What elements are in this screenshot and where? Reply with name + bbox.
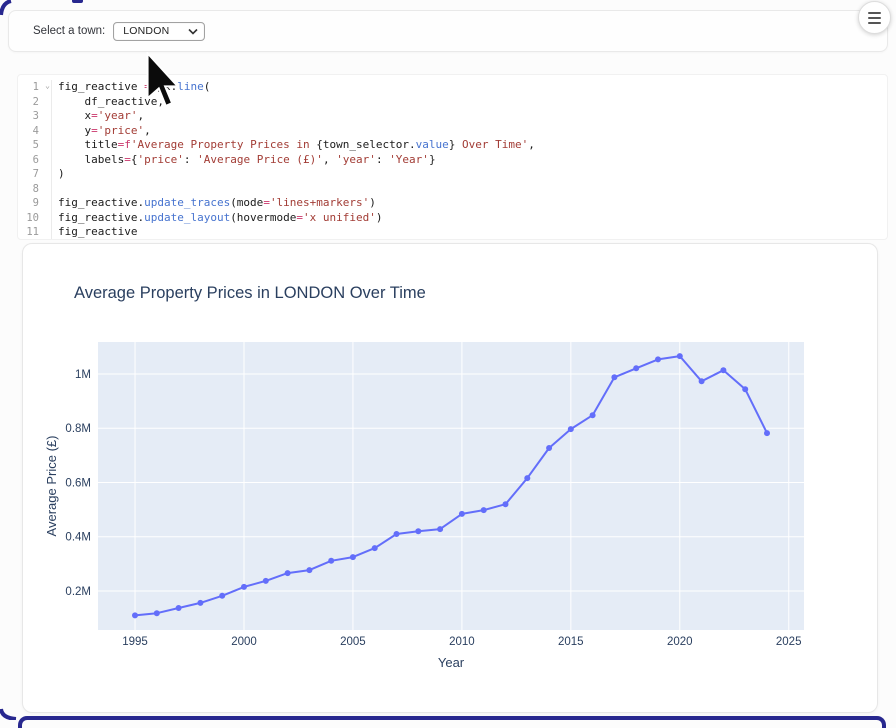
data-point-marker[interactable] bbox=[590, 412, 596, 418]
fold-chevron-icon[interactable]: ⌄ bbox=[45, 79, 50, 94]
x-tick-label: 2025 bbox=[776, 636, 802, 648]
data-point-marker[interactable] bbox=[742, 386, 748, 392]
chevron-down-icon bbox=[188, 28, 198, 35]
x-tick-label: 2010 bbox=[449, 636, 475, 648]
data-point-marker[interactable] bbox=[176, 605, 182, 611]
menu-button[interactable] bbox=[858, 1, 891, 34]
frame-corner-top-left bbox=[0, 0, 18, 18]
data-point-marker[interactable] bbox=[154, 610, 160, 616]
code-line[interactable]: df_reactive, bbox=[58, 95, 535, 110]
data-point-marker[interactable] bbox=[132, 612, 138, 618]
x-tick-label: 2005 bbox=[340, 636, 366, 648]
code-line[interactable]: fig_reactive.update_layout(hovermode='x … bbox=[58, 211, 535, 226]
price-chart[interactable]: Average Property Prices in LONDON Over T… bbox=[23, 244, 877, 713]
line-number: 8 bbox=[18, 182, 51, 197]
y-tick-label: 0.8M bbox=[65, 423, 91, 435]
data-point-marker[interactable] bbox=[655, 356, 661, 362]
code-lines[interactable]: fig_reactive = px.line( df_reactive, x='… bbox=[52, 80, 535, 239]
x-tick-label: 2000 bbox=[231, 636, 257, 648]
code-line[interactable]: y='price', bbox=[58, 124, 535, 139]
data-point-marker[interactable] bbox=[372, 545, 378, 551]
data-point-marker[interactable] bbox=[633, 365, 639, 371]
y-axis-title: Average Price (£) bbox=[44, 436, 59, 537]
data-point-marker[interactable] bbox=[677, 353, 683, 359]
code-line[interactable]: ) bbox=[58, 167, 535, 182]
data-point-marker[interactable] bbox=[350, 554, 356, 560]
line-number: 5 bbox=[18, 138, 51, 153]
code-line[interactable]: title=f'Average Property Prices in {town… bbox=[58, 138, 535, 153]
data-point-marker[interactable] bbox=[285, 570, 291, 576]
y-tick-label: 1M bbox=[75, 369, 91, 381]
code-line[interactable] bbox=[58, 182, 535, 197]
plot-area[interactable] bbox=[98, 342, 804, 630]
data-point-marker[interactable] bbox=[481, 507, 487, 513]
data-point-marker[interactable] bbox=[415, 528, 421, 534]
code-line[interactable]: x='year', bbox=[58, 109, 535, 124]
frame-corner-bottom-left bbox=[0, 706, 18, 720]
data-point-marker[interactable] bbox=[263, 578, 269, 584]
data-point-marker[interactable] bbox=[437, 526, 443, 532]
data-point-marker[interactable] bbox=[524, 475, 530, 481]
town-select-dropdown[interactable]: LONDON bbox=[113, 22, 205, 41]
data-point-marker[interactable] bbox=[546, 445, 552, 451]
price-chart-svg[interactable]: Average Property Prices in LONDON Over T… bbox=[23, 244, 878, 713]
x-tick-label: 2020 bbox=[667, 636, 693, 648]
y-tick-label: 0.2M bbox=[65, 586, 91, 598]
line-number: 4 bbox=[18, 124, 51, 139]
data-point-marker[interactable] bbox=[459, 511, 465, 517]
chart-title: Average Property Prices in LONDON Over T… bbox=[74, 284, 426, 302]
data-point-marker[interactable] bbox=[197, 600, 203, 606]
frame-bar-bottom bbox=[18, 716, 886, 728]
data-point-marker[interactable] bbox=[611, 374, 617, 380]
y-tick-label: 0.4M bbox=[65, 532, 91, 544]
line-number: 6 bbox=[18, 153, 51, 168]
data-point-marker[interactable] bbox=[328, 558, 334, 564]
line-number: 11 bbox=[18, 225, 51, 240]
data-point-marker[interactable] bbox=[764, 430, 770, 436]
data-point-marker[interactable] bbox=[699, 378, 705, 384]
code-line[interactable]: fig_reactive.update_traces(mode='lines+m… bbox=[58, 196, 535, 211]
line-number: 10 bbox=[18, 211, 51, 226]
y-tick-label: 0.6M bbox=[65, 478, 91, 490]
chart-output-cell: Average Property Prices in LONDON Over T… bbox=[22, 243, 878, 713]
data-point-marker[interactable] bbox=[306, 567, 312, 573]
line-number: 3 bbox=[18, 109, 51, 124]
data-point-marker[interactable] bbox=[720, 367, 726, 373]
code-line[interactable]: labels={'price': 'Average Price (£)', 'y… bbox=[58, 153, 535, 168]
line-number: 2 bbox=[18, 95, 51, 110]
data-point-marker[interactable] bbox=[219, 593, 225, 599]
data-point-marker[interactable] bbox=[503, 501, 509, 507]
code-line[interactable]: fig_reactive bbox=[58, 225, 535, 240]
hamburger-icon bbox=[868, 12, 881, 14]
data-point-marker[interactable] bbox=[568, 426, 574, 432]
town-select-value: LONDON bbox=[123, 25, 169, 37]
frame-mark-top bbox=[72, 0, 83, 3]
gutter: 1⌄234567891011 bbox=[18, 80, 52, 239]
code-line[interactable]: fig_reactive = px.line( bbox=[58, 80, 535, 95]
town-select-label: Select a town: bbox=[33, 25, 105, 37]
line-number: 9 bbox=[18, 196, 51, 211]
x-tick-label: 2015 bbox=[558, 636, 584, 648]
line-number: 1⌄ bbox=[18, 80, 51, 95]
town-selector-toolbar: Select a town: LONDON bbox=[8, 10, 888, 52]
x-tick-label: 1995 bbox=[122, 636, 148, 648]
x-axis-title: Year bbox=[438, 655, 465, 670]
code-cell[interactable]: 1⌄234567891011 fig_reactive = px.line( d… bbox=[17, 74, 888, 240]
data-point-marker[interactable] bbox=[394, 531, 400, 537]
data-point-marker[interactable] bbox=[241, 584, 247, 590]
line-number: 7 bbox=[18, 167, 51, 182]
